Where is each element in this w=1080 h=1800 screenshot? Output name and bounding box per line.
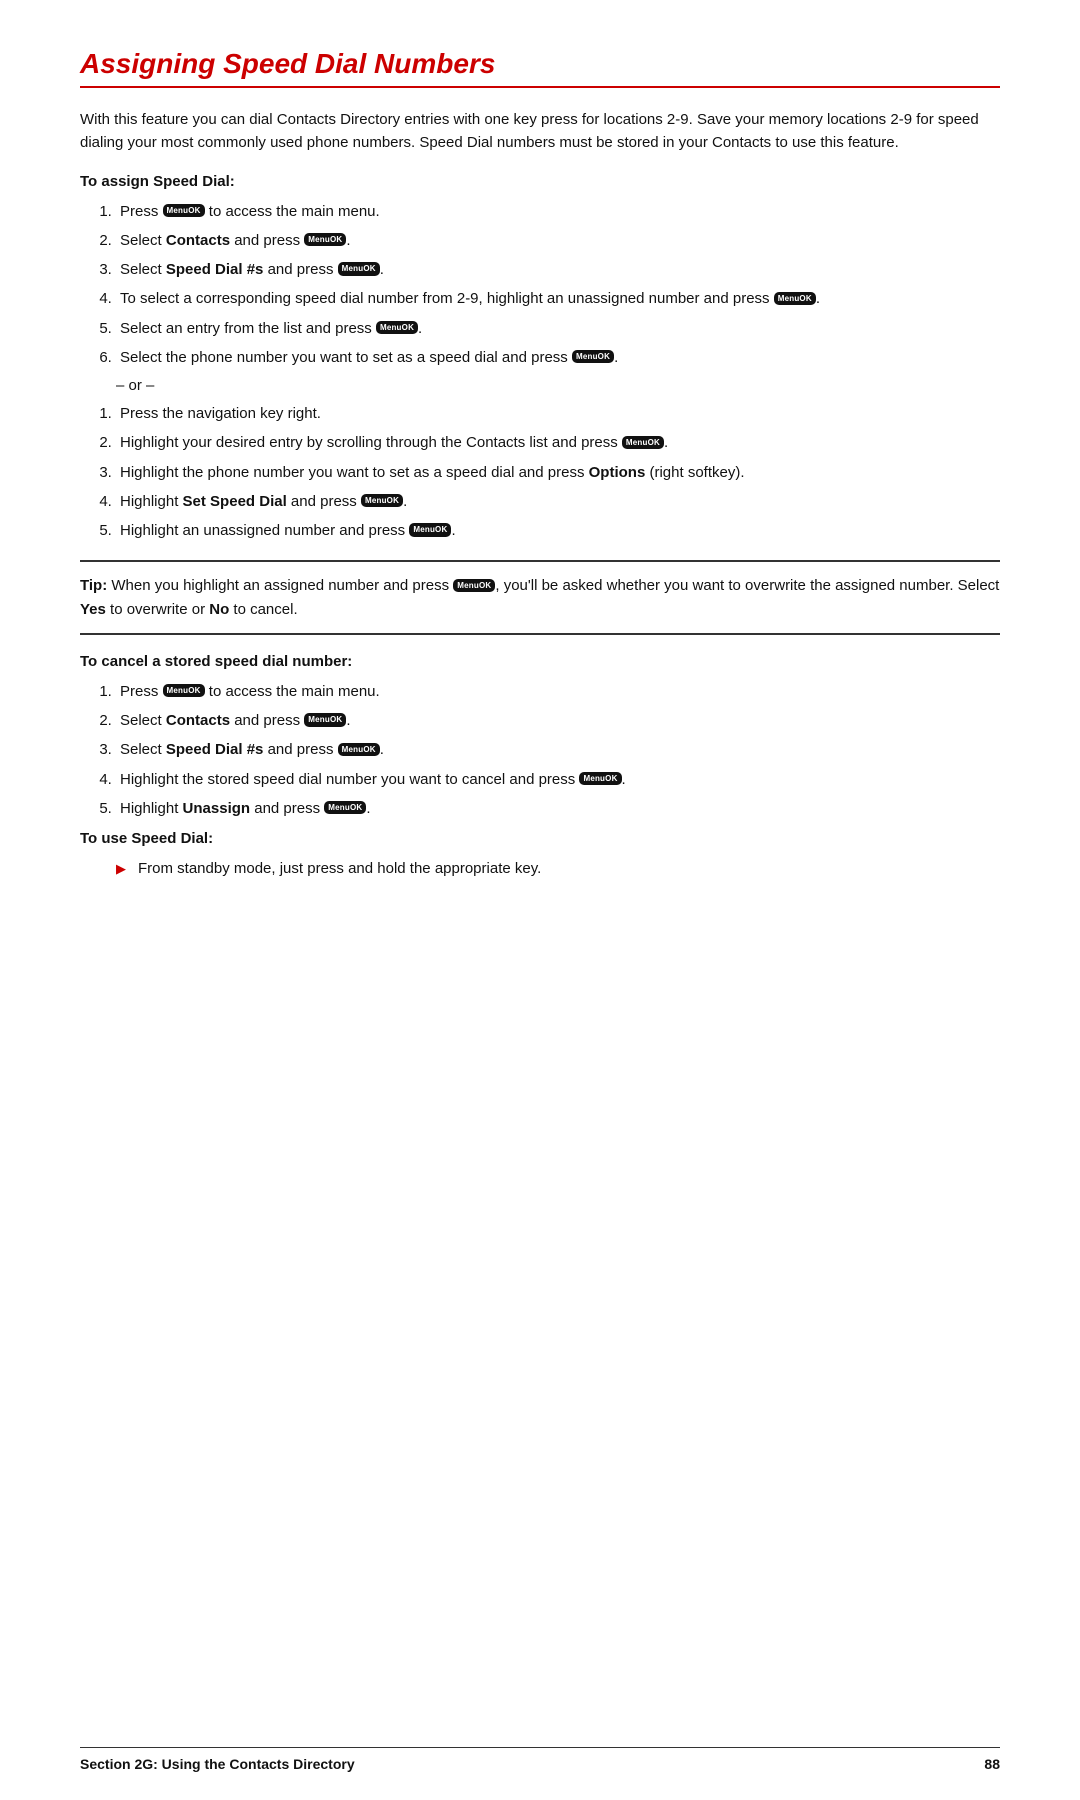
alt-step-1: Press the navigation key right. <box>116 402 1000 425</box>
use-heading: To use Speed Dial: <box>80 830 1000 847</box>
tip-label: Tip: <box>80 577 107 594</box>
cancel-step-2: Select Contacts and press MenuOK. <box>116 709 1000 732</box>
alt-step-5: Highlight an unassigned number and press… <box>116 519 1000 542</box>
page-title: Assigning Speed Dial Numbers <box>80 48 1000 88</box>
intro-text: With this feature you can dial Contacts … <box>80 108 1000 155</box>
cancel-step-1: Press MenuOK to access the main menu. <box>116 680 1000 703</box>
menu-ok-icon-3: MenuOK <box>338 262 380 275</box>
cancel-heading: To cancel a stored speed dial number: <box>80 653 1000 670</box>
alt-steps-list: Press the navigation key right. Highligh… <box>116 402 1000 542</box>
assign-step-2: Select Contacts and press MenuOK. <box>116 229 1000 252</box>
menu-ok-icon-c4: MenuOK <box>579 772 621 785</box>
assign-steps-list: Press MenuOK to access the main menu. Se… <box>116 200 1000 370</box>
menu-ok-icon-5: MenuOK <box>376 321 418 334</box>
menu-ok-icon-6: MenuOK <box>572 350 614 363</box>
footer-right: 88 <box>984 1756 1000 1772</box>
cancel-step-5: Highlight Unassign and press MenuOK. <box>116 797 1000 820</box>
menu-ok-icon-c1: MenuOK <box>163 684 205 697</box>
cancel-steps-list: Press MenuOK to access the main menu. Se… <box>116 680 1000 820</box>
tip-box: Tip: When you highlight an assigned numb… <box>80 560 1000 635</box>
alt-step-2: Highlight your desired entry by scrollin… <box>116 431 1000 454</box>
menu-ok-icon-a5: MenuOK <box>409 523 451 536</box>
menu-ok-icon-a4: MenuOK <box>361 494 403 507</box>
menu-ok-icon-4: MenuOK <box>774 292 816 305</box>
footer: Section 2G: Using the Contacts Directory… <box>80 1747 1000 1772</box>
assign-step-3: Select Speed Dial #s and press MenuOK. <box>116 258 1000 281</box>
or-divider: – or – <box>116 377 1000 394</box>
menu-ok-icon-2: MenuOK <box>304 233 346 246</box>
footer-left: Section 2G: Using the Contacts Directory <box>80 1756 355 1772</box>
assign-step-5: Select an entry from the list and press … <box>116 317 1000 340</box>
assign-step-1: Press MenuOK to access the main menu. <box>116 200 1000 223</box>
menu-ok-icon-a2: MenuOK <box>622 436 664 449</box>
cancel-step-3: Select Speed Dial #s and press MenuOK. <box>116 738 1000 761</box>
menu-ok-icon-tip: MenuOK <box>453 579 495 592</box>
alt-step-4: Highlight Set Speed Dial and press MenuO… <box>116 490 1000 513</box>
use-steps-list: From standby mode, just press and hold t… <box>116 857 1000 880</box>
alt-step-3: Highlight the phone number you want to s… <box>116 461 1000 484</box>
tip-text: When you highlight an assigned number an… <box>111 577 453 594</box>
assign-step-4: To select a corresponding speed dial num… <box>116 287 1000 310</box>
menu-ok-icon-c3: MenuOK <box>338 743 380 756</box>
menu-ok-icon-c5: MenuOK <box>324 801 366 814</box>
menu-ok-icon-c2: MenuOK <box>304 713 346 726</box>
use-step-1: From standby mode, just press and hold t… <box>116 857 1000 880</box>
cancel-step-4: Highlight the stored speed dial number y… <box>116 768 1000 791</box>
assign-heading: To assign Speed Dial: <box>80 173 1000 190</box>
assign-step-6: Select the phone number you want to set … <box>116 346 1000 369</box>
menu-ok-icon-1: MenuOK <box>163 204 205 217</box>
